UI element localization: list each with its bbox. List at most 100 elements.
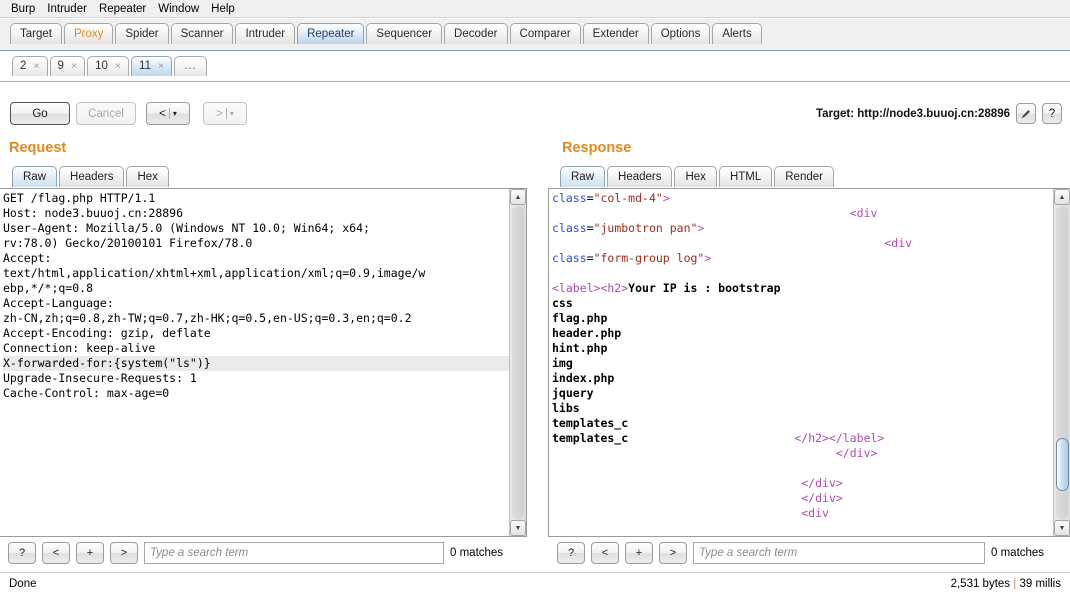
- repeater-tab-11[interactable]: 11 ×: [131, 56, 173, 76]
- close-icon[interactable]: ×: [158, 57, 164, 76]
- response-tab-headers[interactable]: Headers: [607, 166, 673, 187]
- request-line: rv:78.0) Gecko/20100101 Firefox/78.0: [3, 236, 253, 250]
- request-search-add-button[interactable]: +: [76, 542, 104, 564]
- tab-spider[interactable]: Spider: [115, 23, 169, 44]
- request-line: Accept-Language:: [3, 296, 114, 310]
- scroll-up-icon[interactable]: ▲: [510, 189, 526, 205]
- tab-target[interactable]: Target: [10, 23, 62, 44]
- target-label: Target: http://node3.buuoj.cn:28896: [815, 107, 1010, 120]
- menu-item-burp[interactable]: Burp: [5, 2, 41, 16]
- response-token: [552, 236, 884, 250]
- repeater-tab-9[interactable]: 9 ×: [49, 56, 86, 76]
- response-line: <div: [552, 206, 1053, 221]
- response-search-next-button[interactable]: >: [659, 542, 687, 564]
- panel-divider[interactable]: [534, 135, 541, 537]
- response-line: </div>: [552, 476, 1053, 491]
- response-token: =: [586, 191, 594, 205]
- tab-comparer[interactable]: Comparer: [509, 23, 581, 44]
- response-line: templates_c: [552, 416, 1053, 431]
- tab-scanner[interactable]: Scanner: [170, 23, 234, 44]
- previous-request-button[interactable]: < ▾: [146, 102, 190, 125]
- request-line: Upgrade-Insecure-Requests: 1: [3, 371, 197, 385]
- menu-item-intruder[interactable]: Intruder: [41, 2, 93, 16]
- response-editor[interactable]: class="col-md-4"> <div class="jumbotron p…: [548, 188, 1070, 537]
- request-search-input[interactable]: [144, 542, 444, 564]
- tab-alerts[interactable]: Alerts: [712, 23, 762, 44]
- request-search-prev-button[interactable]: <: [42, 542, 70, 564]
- scroll-up-icon[interactable]: ▲: [1054, 189, 1070, 205]
- menu-item-help[interactable]: Help: [205, 2, 241, 16]
- response-line: class="jumbotron pan">: [552, 221, 1053, 236]
- tab-intruder[interactable]: Intruder: [235, 23, 296, 44]
- tab-decoder[interactable]: Decoder: [444, 23, 508, 44]
- response-view-tabs: Raw Headers Hex HTML Render: [560, 166, 834, 187]
- request-search-bar: ? < + > 0 matches: [8, 541, 503, 565]
- request-search-help-button[interactable]: ?: [8, 542, 36, 564]
- request-scroll-track[interactable]: [512, 206, 524, 519]
- close-icon[interactable]: ×: [33, 57, 39, 76]
- request-line: Accept:: [3, 251, 52, 265]
- response-tab-render[interactable]: Render: [774, 166, 834, 187]
- scroll-down-icon[interactable]: ▼: [510, 520, 526, 536]
- response-token: "form-group log": [593, 251, 705, 265]
- response-line: <label><h2>Your IP is : bootstrap: [552, 281, 1053, 296]
- request-tab-headers[interactable]: Headers: [59, 166, 125, 187]
- response-token: </h2></label>: [794, 431, 885, 445]
- response-token: flag.php: [552, 311, 608, 325]
- response-token: </div>: [801, 491, 843, 505]
- response-token: templates_c: [552, 431, 629, 445]
- response-line: class="form-group log">: [552, 251, 1053, 266]
- pencil-icon: [1022, 109, 1030, 118]
- response-line: [552, 266, 1053, 281]
- request-vertical-scrollbar[interactable]: ▲ ▼: [509, 189, 526, 536]
- response-search-help-button[interactable]: ?: [557, 542, 585, 564]
- response-vertical-scrollbar[interactable]: ▲ ▼: [1053, 189, 1070, 536]
- repeater-tab-10[interactable]: 10 ×: [87, 56, 130, 76]
- response-token: img: [552, 356, 573, 370]
- chevron-right-icon: >: [216, 107, 223, 120]
- request-line: Host: node3.buuoj.cn:28896: [3, 206, 184, 220]
- menu-item-repeater[interactable]: Repeater: [93, 2, 152, 16]
- response-tab-raw[interactable]: Raw: [560, 166, 606, 187]
- response-search-prev-button[interactable]: <: [591, 542, 619, 564]
- status-bar: Done 2,531 bytes | 39 millis: [0, 572, 1070, 595]
- request-tab-raw[interactable]: Raw: [12, 166, 58, 187]
- repeater-tab-bar: 2 × 9 × 10 × 11 × ...: [0, 54, 1070, 82]
- edit-target-button[interactable]: [1016, 103, 1036, 124]
- close-icon[interactable]: ×: [71, 57, 77, 76]
- repeater-tab-2[interactable]: 2 ×: [12, 56, 48, 76]
- response-token: <div: [884, 236, 913, 250]
- menu-item-window[interactable]: Window: [152, 2, 205, 16]
- go-button[interactable]: Go: [10, 102, 70, 125]
- response-search-add-button[interactable]: +: [625, 542, 653, 564]
- response-tab-html[interactable]: HTML: [718, 166, 773, 187]
- request-editor[interactable]: GET /flag.php HTTP/1.1 Host: node3.buuoj.…: [0, 188, 527, 537]
- response-tab-hex[interactable]: Hex: [674, 166, 717, 187]
- response-token: [552, 476, 801, 490]
- menu-bar: Burp Intruder Repeater Window Help: [0, 0, 1070, 18]
- response-token: >: [704, 251, 712, 265]
- request-line: GET /flag.php HTTP/1.1: [3, 191, 156, 205]
- tab-sequencer[interactable]: Sequencer: [366, 23, 443, 44]
- request-search-next-button[interactable]: >: [110, 542, 138, 564]
- tab-proxy[interactable]: Proxy: [63, 23, 114, 44]
- tab-options[interactable]: Options: [650, 23, 711, 44]
- response-match-count: 0 matches: [991, 547, 1045, 559]
- response-raw-text[interactable]: class="col-md-4"> <div class="jumbotron p…: [549, 189, 1053, 536]
- response-scroll-track[interactable]: [1056, 206, 1069, 519]
- response-search-input[interactable]: [693, 542, 985, 564]
- response-line: libs: [552, 401, 1053, 416]
- response-time: 39 millis: [1019, 578, 1061, 590]
- help-button[interactable]: ?: [1042, 103, 1062, 124]
- repeater-tab-overflow[interactable]: ...: [174, 56, 207, 76]
- response-token: libs: [552, 401, 580, 415]
- tab-extender[interactable]: Extender: [582, 23, 649, 44]
- tab-repeater[interactable]: Repeater: [297, 23, 365, 44]
- request-tab-hex[interactable]: Hex: [126, 166, 169, 187]
- request-line: Connection: keep-alive: [3, 341, 156, 355]
- scroll-down-icon[interactable]: ▼: [1054, 520, 1070, 536]
- chevron-left-icon: <: [159, 107, 166, 120]
- response-scroll-thumb[interactable]: [1056, 437, 1069, 491]
- close-icon[interactable]: ×: [115, 57, 121, 76]
- request-raw-text[interactable]: GET /flag.php HTTP/1.1 Host: node3.buuoj.…: [0, 189, 509, 536]
